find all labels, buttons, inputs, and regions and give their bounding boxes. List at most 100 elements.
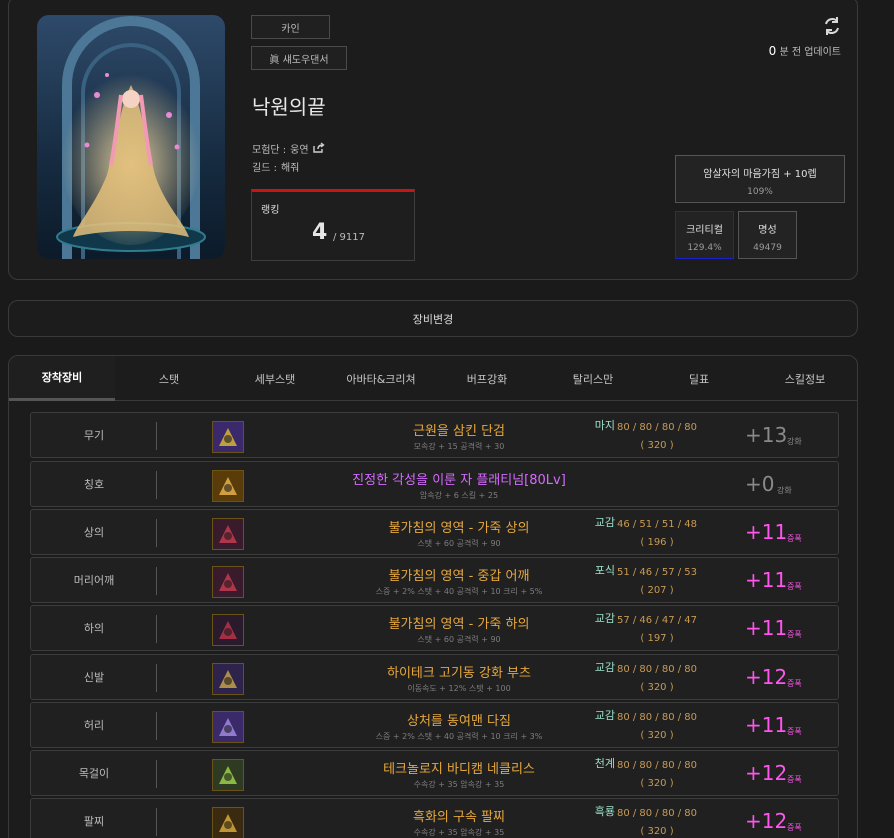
enchant-type: 증폭 <box>787 582 802 591</box>
item-options: 스탯 + 60 공격력 + 90 <box>417 539 501 548</box>
update-minutes: 0 <box>768 44 777 58</box>
item-values: 57 / 46 / 47 / 47 <box>616 615 698 626</box>
necklace-icon[interactable] <box>212 759 244 791</box>
guild-label: 길드 : <box>252 163 277 174</box>
belt-icon[interactable] <box>212 711 244 743</box>
fame-box: 명성 49479 <box>738 211 797 259</box>
equipment-slot-label: 신발 <box>83 671 105 684</box>
item-values: 80 / 80 / 80 / 80 <box>616 808 698 819</box>
item-values-sum: ( 320 ) <box>640 778 674 789</box>
item-options: 스증 + 2% 스탯 + 40 공격력 + 10 크리 + 5% <box>375 587 543 596</box>
shoes-icon[interactable] <box>212 663 244 695</box>
enchant-type: 증폭 <box>787 679 802 688</box>
top-icon[interactable] <box>212 518 244 550</box>
update-text: 분 전 업데이트 <box>779 47 841 58</box>
row-divider <box>156 664 157 692</box>
refresh-icon[interactable] <box>821 15 843 37</box>
equipment-slot-label: 허리 <box>83 719 105 732</box>
item-options: 암속강 + 6 스킬 + 25 <box>419 491 499 500</box>
critical-value: 129.4% <box>687 243 722 253</box>
tab-buff-enhance[interactable]: 버프강화 <box>447 356 527 401</box>
tab-skill-info[interactable]: 스킬정보 <box>765 356 845 401</box>
bottom-icon[interactable] <box>212 614 244 646</box>
enchant-level: +13 <box>745 423 788 447</box>
title-icon[interactable] <box>212 470 244 502</box>
tab-equipped[interactable]: 장착장비 <box>9 356 115 401</box>
item-options: 스탯 + 60 공격력 + 90 <box>417 635 501 644</box>
equipment-slot-label: 칭호 <box>83 478 105 491</box>
adventure-name: 웅연 <box>290 145 309 156</box>
item-values: 80 / 80 / 80 / 80 <box>616 712 698 723</box>
equipment-row[interactable]: 칭호 진정한 각성을 이룬 자 플래티넘[80Lv] 암속강 + 6 스킬 + 25… <box>30 461 839 507</box>
weapon-icon[interactable] <box>212 421 244 453</box>
equipment-row[interactable]: 머리어깨 불가침의 영역 - 중갑 어깨 스증 + 2% 스탯 + 40 공격력 +… <box>30 557 839 603</box>
item-values-sum: ( 320 ) <box>640 730 674 741</box>
equipment-row[interactable]: 목걸이 테크놀로지 바디캠 네클리스 수속강 + 35 암속강 + 35 천계 80 /… <box>30 750 839 796</box>
equipment-slot-label: 목걸이 <box>78 767 110 780</box>
share-icon[interactable] <box>312 141 325 156</box>
row-divider <box>156 808 157 836</box>
equipment-row[interactable]: 하의 불가침의 영역 - 가죽 하의 스탯 + 60 공격력 + 90 교감 57 / … <box>30 605 839 651</box>
item-options: 모속강 + 15 공격력 + 30 <box>413 442 505 451</box>
enchant-type: 증폭 <box>787 775 802 784</box>
critical-box: 크리티컬 129.4% <box>675 211 734 259</box>
equipment-row[interactable]: 팔찌 흑화의 구속 팔찌 수속강 + 35 암속강 + 35 흑룡 80 / 80 / … <box>30 798 839 838</box>
enchant-level: +11 <box>745 713 788 737</box>
enchant-level: +12 <box>745 809 788 833</box>
equipment-slot-label: 하의 <box>83 622 105 635</box>
ranking-box: 랭킹 4 / 9117 <box>251 189 415 261</box>
item-name[interactable]: 진정한 각성을 이룬 자 플래티넘[80Lv] <box>259 469 659 488</box>
enchant-level: +0 <box>745 472 775 496</box>
adventure-label: 모험단 : <box>252 145 287 156</box>
item-values-sum: ( 197 ) <box>640 633 674 644</box>
item-values: 80 / 80 / 80 / 80 <box>616 760 698 771</box>
row-divider <box>156 422 157 450</box>
character-name: 낙원의끝 <box>252 95 326 119</box>
item-options: 스증 + 2% 스탯 + 40 공격력 + 10 크리 + 3% <box>375 732 543 741</box>
enchant-level: +11 <box>745 616 788 640</box>
equipment-row[interactable]: 허리 상처를 동여맨 다짐 스증 + 2% 스탯 + 40 공격력 + 10 크리 … <box>30 702 839 748</box>
tab-detailed-stats[interactable]: 세부스탯 <box>235 356 315 401</box>
item-values-sum: ( 320 ) <box>640 682 674 693</box>
equipment-slot-label: 머리어깨 <box>73 574 115 587</box>
character-portrait <box>37 15 225 259</box>
equipment-row[interactable]: 신발 하이테크 고기동 강화 부츠 이동속도 + 12% 스탯 + 100 교감 80 … <box>30 654 839 700</box>
item-options: 이동속도 + 12% 스탯 + 100 <box>407 684 511 693</box>
server-tag: 카인 <box>251 15 330 39</box>
shoulder-icon[interactable] <box>212 566 244 598</box>
equipment-row[interactable]: 상의 불가침의 영역 - 가죽 상의 스탯 + 60 공격력 + 90 교감 46 / … <box>30 509 839 555</box>
tab-damage-table[interactable]: 딜표 <box>659 356 739 401</box>
row-divider <box>156 615 157 643</box>
enchant-type: 증폭 <box>787 630 802 639</box>
ranking-total: / 9117 <box>333 232 365 243</box>
item-options: 수속강 + 35 암속강 + 35 <box>413 780 505 789</box>
critical-label: 크리티컬 <box>686 225 723 236</box>
item-values: 80 / 80 / 80 / 80 <box>616 422 698 433</box>
enchant-type: 강화 <box>777 486 792 495</box>
equipment-row[interactable]: 무기 근원을 삼킨 단검 모속강 + 15 공격력 + 30 마지 80 / 80 / … <box>30 412 839 458</box>
bracelet-icon[interactable] <box>212 807 244 838</box>
adventure-info: 모험단 : 웅연 <box>252 141 325 156</box>
guild-info: 길드 : 해줘 <box>252 159 299 174</box>
equipment-change-button[interactable]: 장비변경 <box>8 300 858 337</box>
enchant-type: 강화 <box>787 437 802 446</box>
fame-value: 49479 <box>753 243 782 253</box>
tab-avatar-creature[interactable]: 아바타&크리쳐 <box>329 356 433 401</box>
tab-bar: 장착장비 스탯 세부스탯 아바타&크리쳐 버프강화 탈리스만 딜표 스킬정보 <box>9 356 857 401</box>
tab-talisman[interactable]: 탈리스만 <box>553 356 633 401</box>
row-divider <box>156 567 157 595</box>
tab-stats[interactable]: 스탯 <box>129 356 209 401</box>
item-values-sum: ( 320 ) <box>640 440 674 451</box>
enchant-level: +11 <box>745 520 788 544</box>
equipment-slot-label: 상의 <box>83 526 105 539</box>
character-profile-card: 카인 眞 섀도우댄서 낙원의끝 모험단 : 웅연 길드 : 해줘 랭킹 4 / … <box>8 0 858 280</box>
enchant-type: 증폭 <box>787 534 802 543</box>
item-values-sum: ( 196 ) <box>640 537 674 548</box>
item-values: 51 / 46 / 57 / 53 <box>616 567 698 578</box>
item-values-sum: ( 320 ) <box>640 826 674 837</box>
item-values: 80 / 80 / 80 / 80 <box>616 664 698 675</box>
buff-skill-value: 109% <box>747 187 773 197</box>
enchant-level: +12 <box>745 761 788 785</box>
buff-skill-title: 암살자의 마음가짐 + 10렙 <box>703 169 817 180</box>
row-divider <box>156 760 157 788</box>
